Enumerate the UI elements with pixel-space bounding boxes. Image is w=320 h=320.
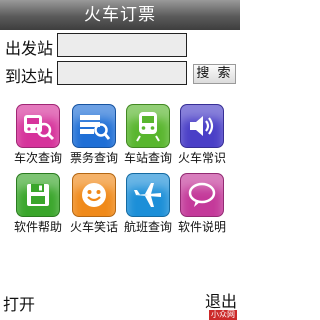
exit-softkey[interactable]: 退出 (205, 288, 237, 312)
ticket-search-icon (72, 104, 116, 148)
grid-item-label: 火车笑话 (69, 220, 118, 234)
from-station-input[interactable] (57, 33, 187, 57)
grid-item-label: 软件帮助 (13, 220, 62, 234)
grid-item-label: 火车常识 (177, 151, 226, 165)
grid-item-label: 票务查询 (69, 151, 118, 165)
watermark-badge: 小众网 (209, 310, 237, 320)
airplane-icon (126, 173, 170, 217)
grid-item-train-query[interactable]: 车次查询 (10, 104, 66, 174)
to-station-label: 到达站 (5, 67, 54, 86)
grid-item-label: 航班查询 (123, 220, 172, 234)
to-station-input[interactable] (57, 61, 187, 85)
station-train-icon (126, 104, 170, 148)
floppy-disk-icon (16, 173, 60, 217)
grid-item-flight-query[interactable]: 航班查询 (120, 173, 176, 243)
grid-item-label: 车次查询 (13, 151, 62, 165)
grid-item-label: 车站查询 (123, 151, 172, 165)
grid-item-label: 软件说明 (177, 220, 226, 234)
train-search-icon (16, 104, 60, 148)
open-softkey[interactable]: 打开 (3, 291, 35, 315)
chat-bubble-icon (180, 173, 224, 217)
search-button[interactable]: 搜 索 (193, 64, 236, 84)
grid-item-train-jokes[interactable]: 火车笑话 (66, 173, 122, 243)
smiley-face-icon (72, 173, 116, 217)
grid-item-ticket-query[interactable]: 票务查询 (66, 104, 122, 174)
page-title: 火车订票 (0, 0, 240, 30)
grid-item-station-query[interactable]: 车站查询 (120, 104, 176, 174)
from-station-label: 出发站 (5, 39, 54, 58)
speaker-icon (180, 104, 224, 148)
grid-item-software-help[interactable]: 软件帮助 (10, 173, 66, 243)
grid-item-train-knowledge[interactable]: 火车常识 (174, 104, 230, 174)
grid-item-software-info[interactable]: 软件说明 (174, 173, 230, 243)
